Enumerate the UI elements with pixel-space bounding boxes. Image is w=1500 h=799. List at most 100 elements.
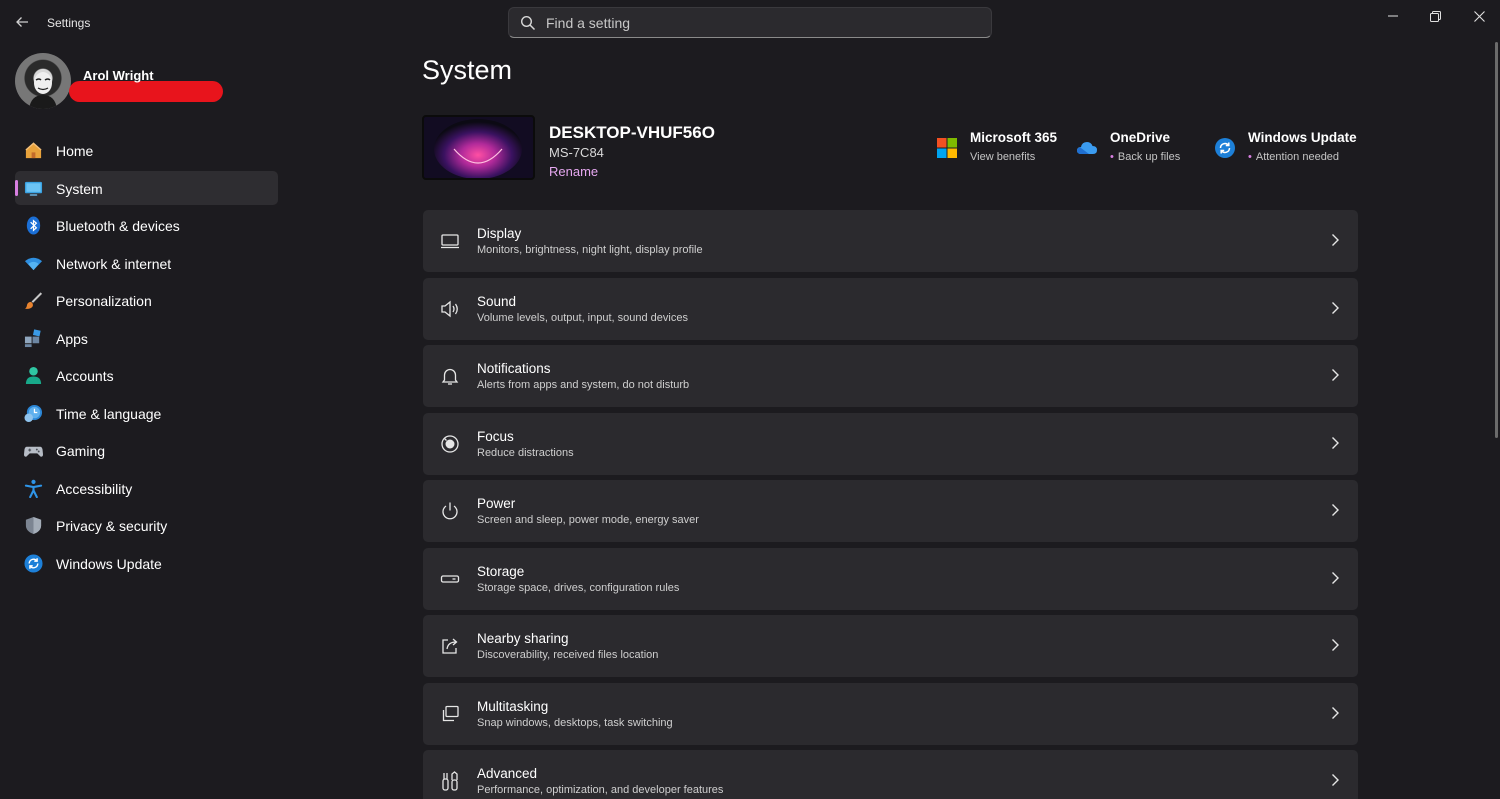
sidebar-item-label: Windows Update (56, 555, 162, 572)
minimize-button[interactable] (1370, 0, 1416, 32)
quick-link-microsoft-365[interactable]: Microsoft 365 View benefits (936, 129, 1066, 169)
sidebar-item-apps[interactable]: Apps (15, 321, 278, 355)
device-model: MS-7C84 (549, 145, 604, 160)
quick-link-title: Windows Update (1248, 130, 1357, 145)
search-box[interactable] (508, 7, 992, 38)
title-bar: Settings (0, 0, 1500, 44)
restore-icon (1429, 10, 1441, 22)
chevron-right-icon (1332, 369, 1339, 381)
close-button[interactable] (1456, 0, 1500, 32)
quick-link-subtitle: View benefits (970, 151, 1036, 163)
card-subtitle: Storage space, drives, configuration rul… (477, 581, 680, 594)
bell-icon (441, 368, 459, 385)
card-subtitle: Volume levels, output, input, sound devi… (477, 311, 688, 324)
search-icon (520, 15, 536, 31)
sidebar-item-privacy-security[interactable]: Privacy & security (15, 508, 278, 542)
speaker-icon (441, 300, 458, 317)
sidebar-item-label: Home (56, 143, 94, 159)
avatar (15, 53, 71, 109)
tools-icon (442, 771, 458, 791)
quick-link-subtitle: • Back up files (1110, 151, 1181, 163)
quick-link-title: Microsoft 365 (970, 130, 1058, 145)
quick-link-subtitle: • Attention needed (1248, 151, 1340, 163)
scrollbar[interactable] (1495, 42, 1498, 438)
sidebar-item-label: System (56, 180, 103, 197)
globe-clock-icon (24, 404, 43, 422)
card-title: Multitasking (477, 698, 549, 714)
monitor-icon (24, 181, 43, 196)
sidebar-item-label: Gaming (56, 443, 106, 459)
storage-icon (440, 574, 460, 583)
app-title: Settings (47, 16, 91, 30)
status-dot: • (1248, 151, 1252, 163)
settings-card-sound[interactable]: Sound Volume levels, output, input, soun… (423, 277, 1358, 340)
settings-card-display[interactable]: Display Monitors, brightness, night ligh… (423, 210, 1358, 272)
home-icon (25, 142, 42, 159)
sidebar-item-accessibility[interactable]: Accessibility (15, 471, 278, 505)
sidebar-item-gaming[interactable]: Gaming (15, 433, 278, 467)
card-title: Focus (477, 428, 514, 444)
sidebar-item-label: Time & language (56, 405, 162, 422)
status-dot: • (1110, 151, 1114, 163)
bluetooth-icon (26, 216, 41, 235)
settings-card-storage[interactable]: Storage Storage space, drives, configura… (423, 547, 1358, 610)
sidebar-item-label: Network & internet (56, 255, 172, 272)
sidebar-item-label: Accounts (56, 368, 114, 384)
close-icon (1473, 10, 1485, 22)
card-subtitle: Reduce distractions (477, 446, 574, 459)
power-icon (442, 502, 458, 520)
card-subtitle: Discoverability, received files location (477, 649, 659, 661)
share-icon (442, 638, 458, 654)
settings-card-nearby-sharing[interactable]: Nearby sharing Discoverability, received… (423, 615, 1358, 677)
rename-link[interactable]: Rename (549, 164, 598, 179)
search-input[interactable] (546, 8, 976, 37)
sidebar-item-time-language[interactable]: Time & language (15, 396, 278, 430)
settings-card-multitasking[interactable]: Multitasking Snap windows, desktops, tas… (423, 682, 1358, 745)
card-title: Storage (477, 563, 525, 579)
settings-card-power[interactable]: Power Screen and sleep, power mode, ener… (423, 480, 1358, 542)
sidebar-item-bluetooth[interactable]: Bluetooth & devices (15, 208, 278, 242)
quick-link-windows-update[interactable]: Windows Update • Attention needed (1214, 129, 1359, 169)
card-subtitle: Screen and sleep, power mode, energy sav… (477, 514, 699, 526)
device-name: DESKTOP-VHUF56O (549, 123, 715, 142)
restore-button[interactable] (1412, 0, 1458, 32)
sidebar-item-personalization[interactable]: Personalization (15, 283, 278, 317)
sidebar-item-windows-update[interactable]: Windows Update (15, 546, 278, 580)
settings-card-advanced[interactable]: Advanced Performance, optimization, and … (423, 750, 1358, 799)
apps-icon (24, 328, 41, 347)
gamepad-icon (24, 446, 43, 457)
card-subtitle: Snap windows, desktops, task switching (477, 716, 673, 729)
chevron-right-icon (1332, 706, 1339, 719)
sidebar-item-label: Apps (56, 330, 88, 347)
sidebar-item-network[interactable]: Network & internet (15, 246, 278, 280)
card-title: Advanced (477, 766, 538, 781)
sidebar-nav: Home System Bluetooth & devices Network … (15, 133, 278, 583)
chevron-right-icon (1332, 301, 1339, 314)
settings-list: Display Monitors, brightness, night ligh… (423, 210, 1358, 799)
settings-card-focus[interactable]: Focus Reduce distractions (423, 412, 1358, 475)
back-arrow-icon (16, 17, 28, 27)
sidebar-item-home[interactable]: Home (15, 133, 278, 167)
quick-link-onedrive[interactable]: OneDrive • Back up files (1076, 129, 1201, 169)
back-button[interactable] (10, 10, 34, 34)
redaction-mark (69, 81, 223, 102)
user-name: Arol Wright (83, 68, 154, 83)
chevron-right-icon (1332, 504, 1339, 516)
accessibility-icon (24, 479, 43, 498)
multitask-icon (442, 705, 459, 721)
card-title: Notifications (477, 361, 551, 376)
page-title: System (422, 55, 513, 85)
chevron-right-icon (1332, 436, 1339, 449)
sidebar-item-system[interactable]: System (15, 170, 278, 205)
sidebar-item-label: Accessibility (56, 480, 133, 497)
person-icon (25, 366, 42, 385)
settings-card-notifications[interactable]: Notifications Alerts from apps and syste… (423, 345, 1358, 407)
display-icon (441, 234, 459, 249)
chevron-right-icon (1332, 774, 1339, 786)
sidebar-item-label: Personalization (56, 293, 152, 309)
wifi-icon (24, 257, 43, 270)
sidebar-item-accounts[interactable]: Accounts (15, 358, 278, 392)
device-wallpaper-thumbnail (422, 115, 535, 180)
chevron-right-icon (1332, 639, 1339, 651)
card-title: Power (477, 496, 516, 511)
